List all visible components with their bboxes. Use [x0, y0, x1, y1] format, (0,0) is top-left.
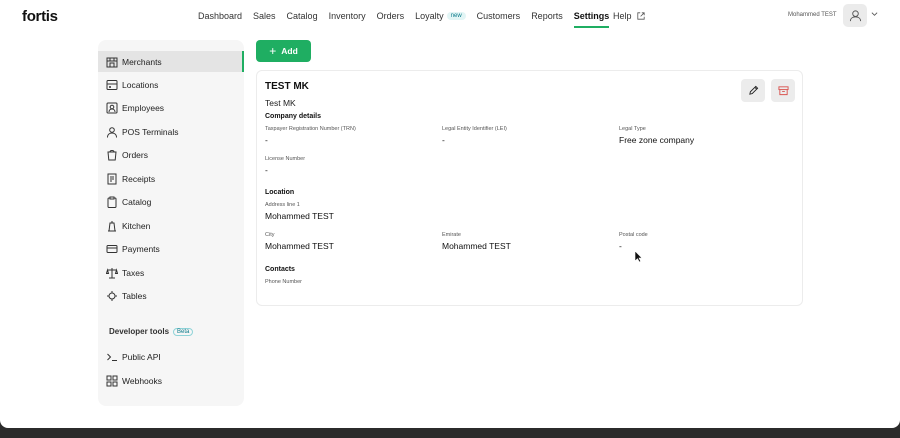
- kitchen-icon: [106, 220, 118, 232]
- sidebar-item-kitchen[interactable]: Kitchen: [98, 215, 244, 236]
- merchant-title: TEST MK: [265, 81, 309, 92]
- trn-value: -: [265, 135, 268, 145]
- store-icon: [106, 56, 118, 68]
- sidebar-item-pos-terminals[interactable]: POS Terminals: [98, 121, 244, 142]
- company-details-heading: Company details: [265, 113, 322, 120]
- page: fortis Dashboard Sales Catalog Inventory…: [0, 0, 900, 428]
- city-label: City: [265, 232, 275, 238]
- merchant-subtitle: Test MK: [265, 98, 296, 108]
- table-icon: [106, 290, 118, 302]
- edit-button[interactable]: [741, 79, 765, 102]
- license-value: -: [265, 165, 268, 175]
- add-button-label: Add: [281, 46, 298, 56]
- scale-icon: [106, 267, 118, 279]
- location-heading: Location: [265, 189, 295, 196]
- clipboard-icon: [106, 196, 118, 208]
- nav-loyalty-label: Loyalty: [415, 11, 444, 21]
- beta-badge: Beta: [173, 327, 194, 336]
- nav-dashboard[interactable]: Dashboard: [198, 0, 242, 32]
- legal-type-value: Free zone company: [619, 135, 695, 145]
- sidebar-item-employees[interactable]: Employees: [98, 97, 244, 118]
- legal-type-label: Legal Type: [619, 126, 646, 132]
- grid-icon: [106, 375, 118, 387]
- lei-value: -: [442, 135, 445, 145]
- sidebar-item-label: Payments: [122, 243, 160, 254]
- nav-catalog[interactable]: Catalog: [287, 0, 318, 32]
- top-navigation: fortis Dashboard Sales Catalog Inventory…: [0, 0, 900, 32]
- nav-inventory[interactable]: Inventory: [329, 0, 366, 32]
- window-bottom-edge: [0, 428, 900, 438]
- nav-orders[interactable]: Orders: [377, 0, 405, 32]
- brand-logo[interactable]: fortis: [22, 8, 58, 25]
- plus-icon: +: [269, 44, 277, 58]
- nav-customers[interactable]: Customers: [477, 0, 521, 32]
- sidebar-item-label: Taxes: [122, 267, 145, 278]
- archive-button[interactable]: [771, 79, 795, 102]
- pencil-icon: [748, 85, 758, 95]
- phone-label: Phone Number: [265, 279, 302, 285]
- new-badge: new: [446, 12, 466, 20]
- sidebar-item-orders[interactable]: Orders: [98, 144, 244, 165]
- user-icon: [849, 10, 861, 22]
- sidebar-item-label: Webhooks: [122, 375, 163, 386]
- nav-sales[interactable]: Sales: [253, 0, 276, 32]
- address-value: Mohammed TEST: [265, 211, 334, 221]
- sidebar-item-public-api[interactable]: Public API: [98, 346, 244, 367]
- sidebar-item-locations[interactable]: Locations: [98, 74, 244, 95]
- help-link[interactable]: Help: [613, 0, 645, 32]
- trn-label: Taxpayer Registration Number (TRN): [265, 126, 356, 132]
- orders-icon: [106, 149, 118, 161]
- external-link-icon: [636, 12, 645, 20]
- sidebar-item-label: Public API: [122, 351, 161, 362]
- sidebar-item-label: Catalog: [122, 196, 152, 207]
- main-nav: Dashboard Sales Catalog Inventory Orders…: [198, 0, 620, 32]
- postal-code-value: -: [619, 241, 622, 251]
- merchant-card: TEST MK Test MK Company details Taxpayer…: [256, 70, 803, 306]
- add-button[interactable]: + Add: [256, 40, 311, 62]
- license-label: License Number: [265, 156, 306, 162]
- sidebar-item-webhooks[interactable]: Webhooks: [98, 370, 244, 391]
- sidebar-item-merchants[interactable]: Merchants: [98, 51, 244, 72]
- sidebar-item-label: Locations: [122, 79, 159, 90]
- sidebar-item-label: Kitchen: [122, 220, 151, 231]
- location-icon: [106, 79, 118, 91]
- address-label: Address line 1: [265, 202, 300, 208]
- nav-settings[interactable]: Settings: [573, 0, 609, 32]
- contacts-heading: Contacts: [265, 266, 295, 273]
- sidebar-item-label: Orders: [122, 149, 148, 160]
- terminal-icon: [106, 351, 118, 363]
- sidebar-item-label: POS Terminals: [122, 126, 179, 137]
- city-value: Mohammed TEST: [265, 241, 334, 251]
- avatar[interactable]: [843, 4, 867, 27]
- developer-tools-heading: Developer tools Beta: [109, 327, 194, 336]
- archive-icon: [777, 86, 789, 96]
- postal-code-label: Postal code: [619, 232, 648, 238]
- chevron-down-icon[interactable]: [871, 11, 878, 17]
- emirate-value: Mohammed TEST: [442, 241, 511, 251]
- nav-loyalty[interactable]: Loyalty new: [415, 0, 466, 32]
- user-terminal-icon: [106, 126, 118, 138]
- receipt-icon: [106, 173, 118, 185]
- card-icon: [106, 243, 118, 255]
- settings-sidebar: Merchants Locations Employees POS Termin…: [98, 40, 244, 406]
- sidebar-item-catalog[interactable]: Catalog: [98, 191, 244, 212]
- mouse-cursor-icon: [634, 250, 643, 263]
- sidebar-item-label: Employees: [122, 102, 165, 113]
- sidebar-item-payments[interactable]: Payments: [98, 238, 244, 259]
- developer-tools-label: Developer tools: [109, 327, 170, 336]
- emirate-label: Emirate: [442, 232, 461, 238]
- sidebar-item-taxes[interactable]: Taxes: [98, 262, 244, 283]
- employees-icon: [106, 102, 118, 114]
- lei-label: Legal Entity Identifier (LEI): [442, 126, 507, 132]
- sidebar-item-label: Tables: [122, 290, 147, 301]
- nav-reports[interactable]: Reports: [531, 0, 563, 32]
- sidebar-item-tables[interactable]: Tables: [98, 285, 244, 306]
- help-label: Help: [613, 11, 632, 21]
- sidebar-item-label: Receipts: [122, 173, 156, 184]
- sidebar-item-label: Merchants: [122, 56, 162, 67]
- user-name: Mohammed TEST: [788, 12, 837, 18]
- sidebar-item-receipts[interactable]: Receipts: [98, 168, 244, 189]
